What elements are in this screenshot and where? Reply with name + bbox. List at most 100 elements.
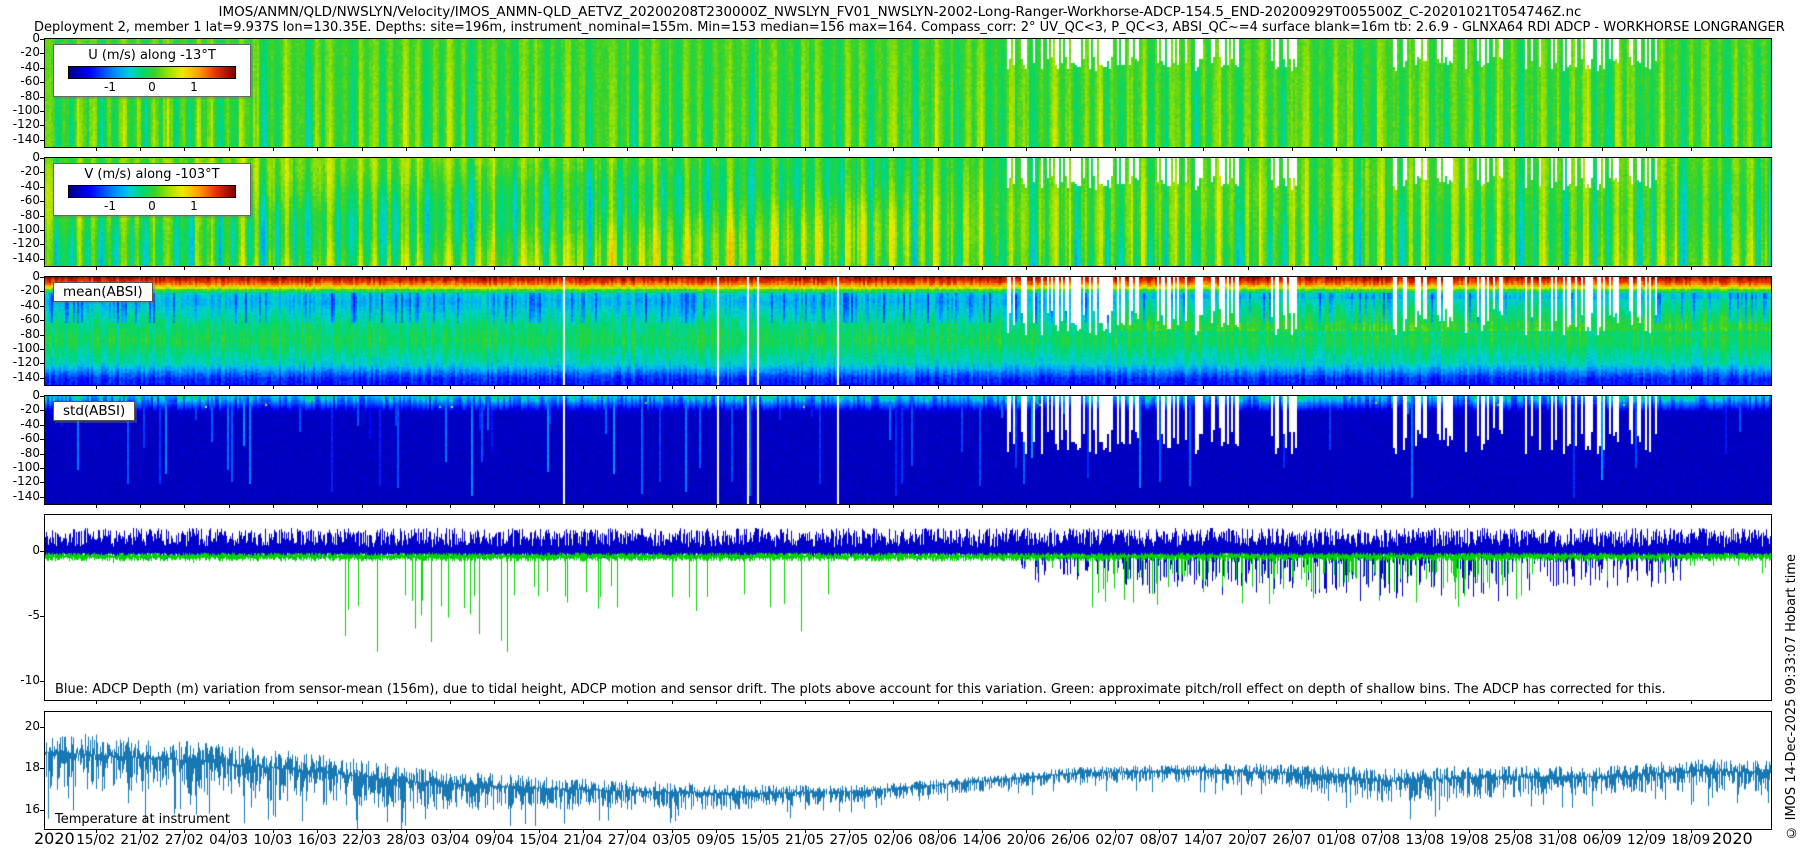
x-tick-mark [1292,386,1293,389]
y-tick-mark [40,305,44,307]
x-tick-mark [848,701,850,704]
y-tick-label: 18 [24,760,40,775]
x-tick-mark [1380,505,1382,508]
x-tick-mark [1114,505,1116,508]
y-tick-label: -140 [12,488,40,503]
x-tick-mark [1557,505,1559,508]
x-tick-mark [627,267,629,270]
x-tick-label: 19/08 [1449,832,1489,848]
x-tick-mark [228,701,230,704]
x-tick-mark [1070,505,1072,508]
y-tick-mark [40,482,44,484]
x-tick-mark [716,701,717,704]
x-tick-mark [405,267,407,270]
x-tick-mark [1247,148,1249,151]
x-tick-mark [1513,505,1515,508]
y-tick-mark [40,334,44,336]
figure: IMOS/ANMN/QLD/NWSLYN/Velocity/IMOS_ANMN-… [0,0,1800,850]
x-tick-mark [893,701,895,704]
x-tick-mark [1690,701,1692,704]
y-tick-mark [40,424,44,426]
x-tick-mark [1557,701,1559,704]
x-tick-mark [95,701,97,704]
x-tick-mark [1070,267,1072,270]
x-tick-mark [1070,701,1072,704]
mean-absi-heatmap [45,277,1771,385]
x-tick-mark [1292,267,1293,270]
x-tick-mark [848,505,850,508]
depth-variation-note: Blue: ADCP Depth (m) variation from sens… [55,682,1666,697]
x-tick-mark [937,386,939,389]
x-tick-mark [1424,505,1426,508]
x-tick-mark [804,505,806,508]
colorbar-tick-label: 1 [190,199,198,213]
x-tick-mark [405,505,407,508]
x-tick-mark [317,386,319,389]
y-tick-mark [40,468,44,469]
colorbar-tick-label: 0 [148,199,156,213]
x-tick-mark [1513,386,1515,389]
x-tick-mark [804,386,806,389]
x-tick-mark [538,148,540,151]
u-legend-label: U (m/s) along -13°T [88,48,216,63]
x-tick-mark [1557,386,1559,389]
x-tick-mark [1292,148,1293,151]
x-tick-mark [494,701,496,704]
x-tick-mark [583,505,585,508]
y-tick-label: -140 [12,369,40,384]
x-axis-year-end: 2020 [1712,829,1753,848]
x-tick-mark [1336,267,1338,270]
y-tick-mark [40,125,44,127]
figure-subtitle: Deployment 2, member 1 lat=9.937S lon=13… [34,20,1785,35]
x-tick-mark [848,148,850,151]
x-tick-mark [1602,267,1604,270]
x-tick-mark [1513,148,1515,151]
x-tick-mark [1159,505,1161,508]
y-tick-label: -60 [20,312,40,327]
x-tick-mark [1690,505,1692,508]
y-tick-mark [40,172,44,174]
x-tick-mark [716,267,717,270]
x-tick-mark [583,148,585,151]
x-tick-mark [228,505,230,508]
y-tick-label: -10 [20,672,40,687]
y-tick-label: -80 [20,88,40,103]
panel-v-velocity: V (m/s) along -103°T -1 0 1 [44,157,1772,267]
y-tick-label: 0 [32,150,40,164]
x-tick-mark [1424,701,1426,704]
x-tick-mark [937,701,939,704]
x-tick-mark [140,701,141,704]
y-tick-label: -60 [20,74,40,89]
y-tick-label: -100 [12,460,40,474]
x-tick-label: 15/02 [76,832,116,848]
y-tick-label: -80 [20,207,40,222]
y-tick-label: -80 [20,326,40,341]
x-tick-mark [1557,148,1559,151]
x-tick-mark [1292,505,1293,508]
x-tick-mark [1114,701,1116,704]
x-tick-mark [1026,386,1028,389]
y-tick-label: -140 [12,131,40,146]
colorbar-tick-label: -1 [104,80,116,94]
x-tick-mark [1203,148,1205,151]
x-tick-mark [1469,701,1471,704]
x-tick-mark [893,505,895,508]
x-tick-mark [937,505,939,508]
x-tick-mark [450,267,452,270]
x-tick-mark [361,505,363,508]
x-tick-mark [317,701,319,704]
y-tick-mark [40,768,44,770]
x-tick-mark [538,505,540,508]
x-tick-mark [361,267,363,270]
y-tick-label: -40 [20,416,40,431]
x-tick-mark [1114,267,1116,270]
x-tick-mark [317,267,319,270]
x-tick-label: 12/09 [1627,832,1666,848]
x-tick-mark [1646,148,1648,151]
y-tick-mark [40,551,44,553]
x-tick-mark [1602,505,1604,508]
x-tick-label: 27/05 [829,832,869,848]
x-tick-mark [450,505,452,508]
x-tick-label: 08/06 [918,832,957,848]
x-tick-mark [937,267,939,270]
